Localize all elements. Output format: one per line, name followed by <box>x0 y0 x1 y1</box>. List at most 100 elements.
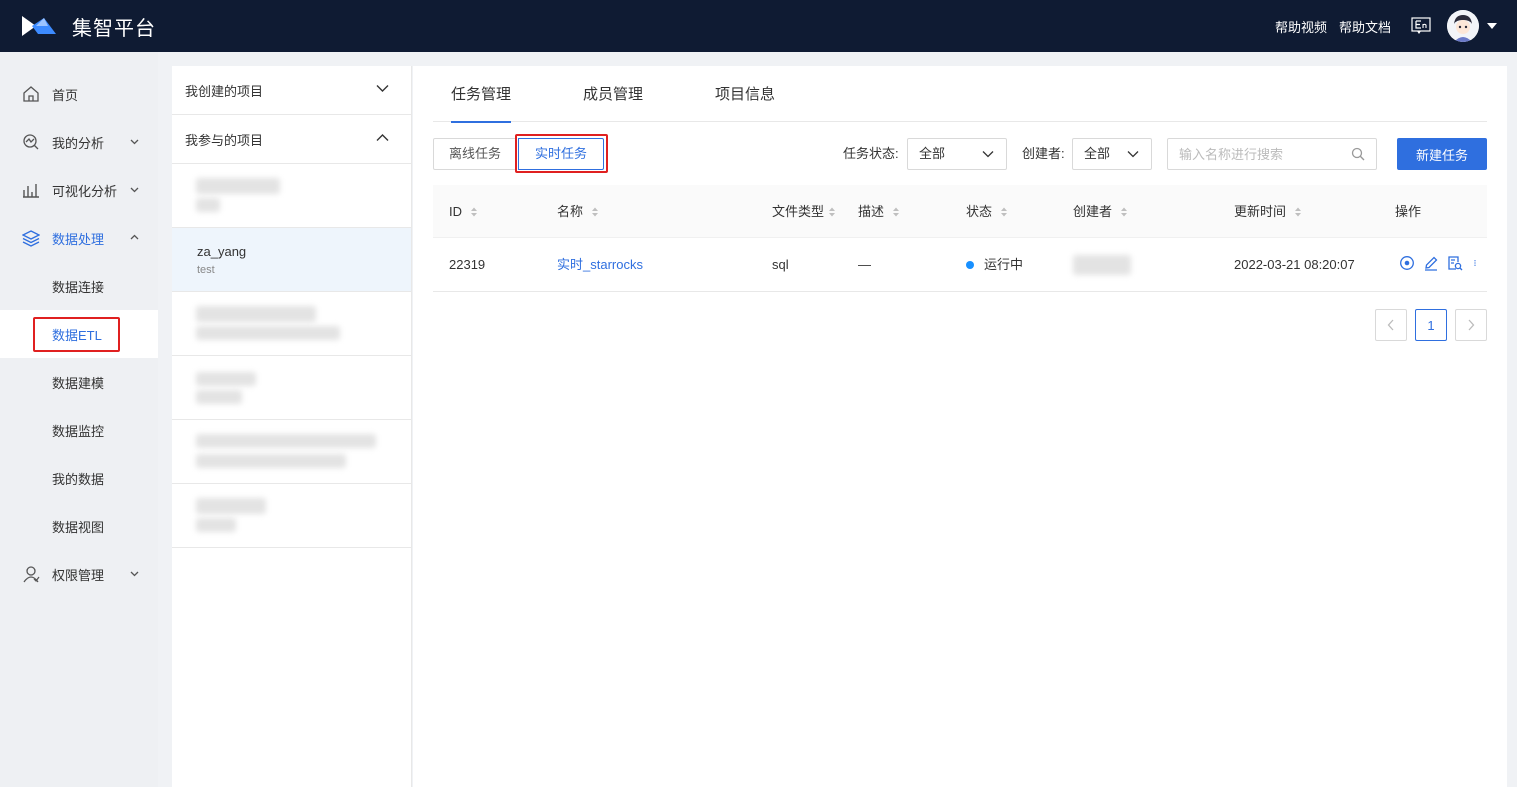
select-value: 全部 <box>1084 146 1111 161</box>
nav-item-label: 权限管理 <box>52 567 105 583</box>
column-header-id[interactable]: ID <box>449 185 478 238</box>
nav-item-label: 我的分析 <box>52 135 105 151</box>
project-name: za_yang <box>197 244 247 259</box>
redacted-text <box>196 198 220 212</box>
chevron-down-icon <box>982 151 994 158</box>
project-item-redacted[interactable] <box>172 356 411 420</box>
redacted-text <box>196 306 316 322</box>
redacted-text <box>196 434 376 448</box>
nav-sub-my-data[interactable]: 我的数据 <box>0 454 158 502</box>
pagination-page[interactable]: 1 <box>1415 309 1447 341</box>
column-header-name[interactable]: 名称 <box>557 185 599 238</box>
project-item-redacted[interactable] <box>172 164 411 228</box>
chevron-up-icon <box>130 234 139 240</box>
segment-realtime-tasks[interactable]: 实时任务 <box>518 138 604 170</box>
group-joined-projects[interactable]: 我参与的项目 <box>172 115 411 164</box>
bar-chart-icon <box>23 184 39 198</box>
sort-icon <box>893 207 900 217</box>
help-video-link[interactable]: 帮助视频 <box>1275 17 1327 36</box>
top-bar: 集智平台 帮助视频 帮助文档 <box>0 0 1517 52</box>
column-title: 更新时间 <box>1234 204 1287 219</box>
sort-icon <box>1001 207 1008 217</box>
nav-item-my-analysis[interactable]: 我的分析 <box>0 118 158 166</box>
group-label: 我创建的项目 <box>185 83 264 99</box>
nav-sub-data-modeling[interactable]: 数据建模 <box>0 358 158 406</box>
project-item-redacted[interactable] <box>172 484 411 548</box>
search-input[interactable] <box>1167 138 1377 170</box>
avatar[interactable] <box>1447 10 1479 42</box>
nav-item-label: 数据处理 <box>52 231 105 247</box>
project-item-selected[interactable]: za_yang test <box>172 228 411 292</box>
table-header: ID 名称 文件类型 描述 状态 创建者 更新时间 操作 <box>433 185 1487 238</box>
search-icon[interactable] <box>1351 147 1365 161</box>
nav-item-visual-analysis[interactable]: 可视化分析 <box>0 166 158 214</box>
caret-down-icon[interactable] <box>1487 23 1497 29</box>
cell-name-link[interactable]: 实时_starrocks <box>557 238 643 292</box>
tab-project-info[interactable]: 项目信息 <box>715 66 775 122</box>
redacted-text <box>196 518 236 532</box>
tab-bar: 任务管理 成员管理 项目信息 <box>433 66 1487 123</box>
status-dot-icon <box>966 260 974 269</box>
redacted-text <box>196 454 346 468</box>
chevron-up-icon <box>376 134 389 141</box>
task-table: ID 名称 文件类型 描述 状态 创建者 更新时间 操作 22319 实时_st… <box>433 185 1487 292</box>
sort-icon <box>592 207 599 217</box>
column-header-updated[interactable]: 更新时间 <box>1234 185 1302 238</box>
pagination-next-button[interactable] <box>1455 309 1487 341</box>
chevron-down-icon <box>376 85 389 92</box>
status-filter-label: 任务状态: <box>843 146 899 161</box>
chevron-down-icon <box>1127 151 1139 158</box>
column-header-file-type[interactable]: 文件类型 <box>772 185 836 238</box>
app-title: 集智平台 <box>72 17 156 40</box>
tab-task-management[interactable]: 任务管理 <box>451 66 512 123</box>
sidebar: 首页 我的分析 可视化分析 数据处理 数据连接 数据ETL 数据建模 数据监控 … <box>0 52 158 787</box>
chevron-down-icon <box>130 187 139 193</box>
column-title: 名称 <box>557 204 584 219</box>
help-docs-link[interactable]: 帮助文档 <box>1339 17 1391 36</box>
cell-file-type: sql <box>772 257 789 272</box>
select-value: 全部 <box>919 146 946 161</box>
column-header-desc[interactable]: 描述 <box>858 185 900 238</box>
group-label: 我参与的项目 <box>185 132 264 148</box>
column-header-status[interactable]: 状态 <box>966 185 1008 238</box>
logo-icon <box>22 16 56 36</box>
chevron-down-icon <box>130 139 139 145</box>
nav-item-permissions[interactable]: 权限管理 <box>0 550 158 598</box>
project-item-redacted[interactable] <box>172 292 411 356</box>
language-en-icon[interactable] <box>1411 17 1431 35</box>
nav-item-data-processing[interactable]: 数据处理 <box>0 214 158 262</box>
project-panel: 我创建的项目 我参与的项目 za_yang test <box>172 66 412 787</box>
nav-sub-data-connection[interactable]: 数据连接 <box>0 262 158 310</box>
nav-sub-data-view[interactable]: 数据视图 <box>0 502 158 550</box>
nav-sub-data-monitoring[interactable]: 数据监控 <box>0 406 158 454</box>
pagination-prev-button[interactable] <box>1375 309 1407 341</box>
main-content: 任务管理 成员管理 项目信息 离线任务 实时任务 任务状态: 全部 创建者: 全… <box>413 66 1507 787</box>
redacted-text <box>196 390 242 404</box>
segment-offline-tasks[interactable]: 离线任务 <box>433 138 517 170</box>
column-title: 描述 <box>858 204 885 219</box>
status-text: 运行中 <box>984 257 1024 272</box>
stop-icon[interactable] <box>1399 255 1415 271</box>
column-header-creator[interactable]: 创建者 <box>1073 185 1128 238</box>
tab-member-management[interactable]: 成员管理 <box>583 66 643 122</box>
chevron-left-icon <box>1387 319 1394 331</box>
redacted-text <box>196 326 340 340</box>
group-created-projects[interactable]: 我创建的项目 <box>172 66 411 115</box>
new-task-button[interactable]: 新建任务 <box>1397 138 1487 170</box>
more-vertical-icon[interactable] <box>1471 255 1479 271</box>
sort-icon <box>471 207 477 217</box>
column-title: 创建者 <box>1073 204 1113 219</box>
status-filter-select[interactable]: 全部 <box>907 138 1007 170</box>
row-actions <box>1399 255 1487 271</box>
nav-item-home[interactable]: 首页 <box>0 70 158 118</box>
nav-sub-data-etl[interactable]: 数据ETL <box>0 310 158 358</box>
cell-id: 22319 <box>449 257 486 272</box>
logo[interactable]: 集智平台 <box>22 12 156 41</box>
sort-icon <box>1121 207 1128 217</box>
project-item-redacted[interactable] <box>172 420 411 484</box>
redacted-creator <box>1073 255 1131 275</box>
edit-icon[interactable] <box>1423 255 1439 271</box>
creator-filter-select[interactable]: 全部 <box>1072 138 1152 170</box>
table-row: 22319 实时_starrocks sql — 运行中 2022-03-21 … <box>433 238 1487 292</box>
log-search-icon[interactable] <box>1447 255 1463 271</box>
